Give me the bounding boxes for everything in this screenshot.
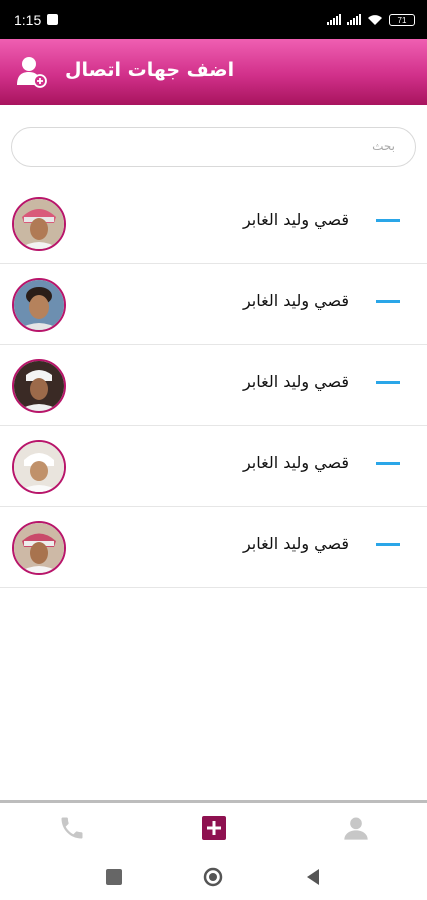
- remove-icon[interactable]: [376, 462, 400, 465]
- remove-icon[interactable]: [376, 219, 400, 222]
- avatar: [12, 440, 66, 494]
- phone-icon: [61, 817, 83, 839]
- back-icon[interactable]: [303, 867, 323, 887]
- signal-icon-2: [347, 14, 361, 25]
- bottom-nav: [0, 803, 427, 853]
- status-bar: 1:15 71: [0, 0, 427, 39]
- app-header: اضف جهات اتصال: [0, 39, 427, 105]
- battery-icon: 71: [389, 13, 415, 26]
- contact-name: قصي وليد الغابر: [242, 534, 349, 553]
- nav-add[interactable]: [199, 813, 229, 843]
- remove-icon[interactable]: [376, 300, 400, 303]
- add-icon: [202, 816, 226, 840]
- contact-name: قصي وليد الغابر: [242, 291, 349, 310]
- add-user-icon[interactable]: [16, 55, 48, 89]
- recents-icon[interactable]: [104, 867, 124, 887]
- notification-icon: [47, 14, 59, 25]
- status-time: 1:15: [14, 11, 42, 28]
- contact-name: قصي وليد الغابر: [242, 453, 349, 472]
- contact-row[interactable]: قصي وليد الغابر: [0, 183, 427, 264]
- search-placeholder: بحث: [372, 139, 395, 153]
- contact-row[interactable]: قصي وليد الغابر: [0, 264, 427, 345]
- nav-phone[interactable]: [57, 813, 87, 843]
- contact-row[interactable]: قصي وليد الغابر: [0, 345, 427, 426]
- contact-name: قصي وليد الغابر: [242, 372, 349, 391]
- page-title: اضف جهات اتصال: [65, 59, 235, 81]
- wifi-icon: [368, 14, 382, 25]
- home-icon[interactable]: [203, 867, 223, 887]
- contact-row[interactable]: قصي وليد الغابر: [0, 426, 427, 507]
- profile-icon: [344, 817, 368, 840]
- avatar: [12, 278, 66, 332]
- avatar: [12, 197, 66, 251]
- signal-icon: [327, 14, 341, 25]
- avatar: [12, 359, 66, 413]
- nav-profile[interactable]: [341, 813, 371, 843]
- contact-name: قصي وليد الغابر: [242, 210, 349, 229]
- avatar: [12, 521, 66, 575]
- remove-icon[interactable]: [376, 543, 400, 546]
- remove-icon[interactable]: [376, 381, 400, 384]
- status-left: 1:15: [14, 11, 59, 28]
- contact-row[interactable]: قصي وليد الغابر: [0, 507, 427, 588]
- system-nav-bar: [0, 853, 427, 900]
- search-input[interactable]: بحث: [11, 127, 416, 167]
- status-right: 71: [327, 13, 415, 26]
